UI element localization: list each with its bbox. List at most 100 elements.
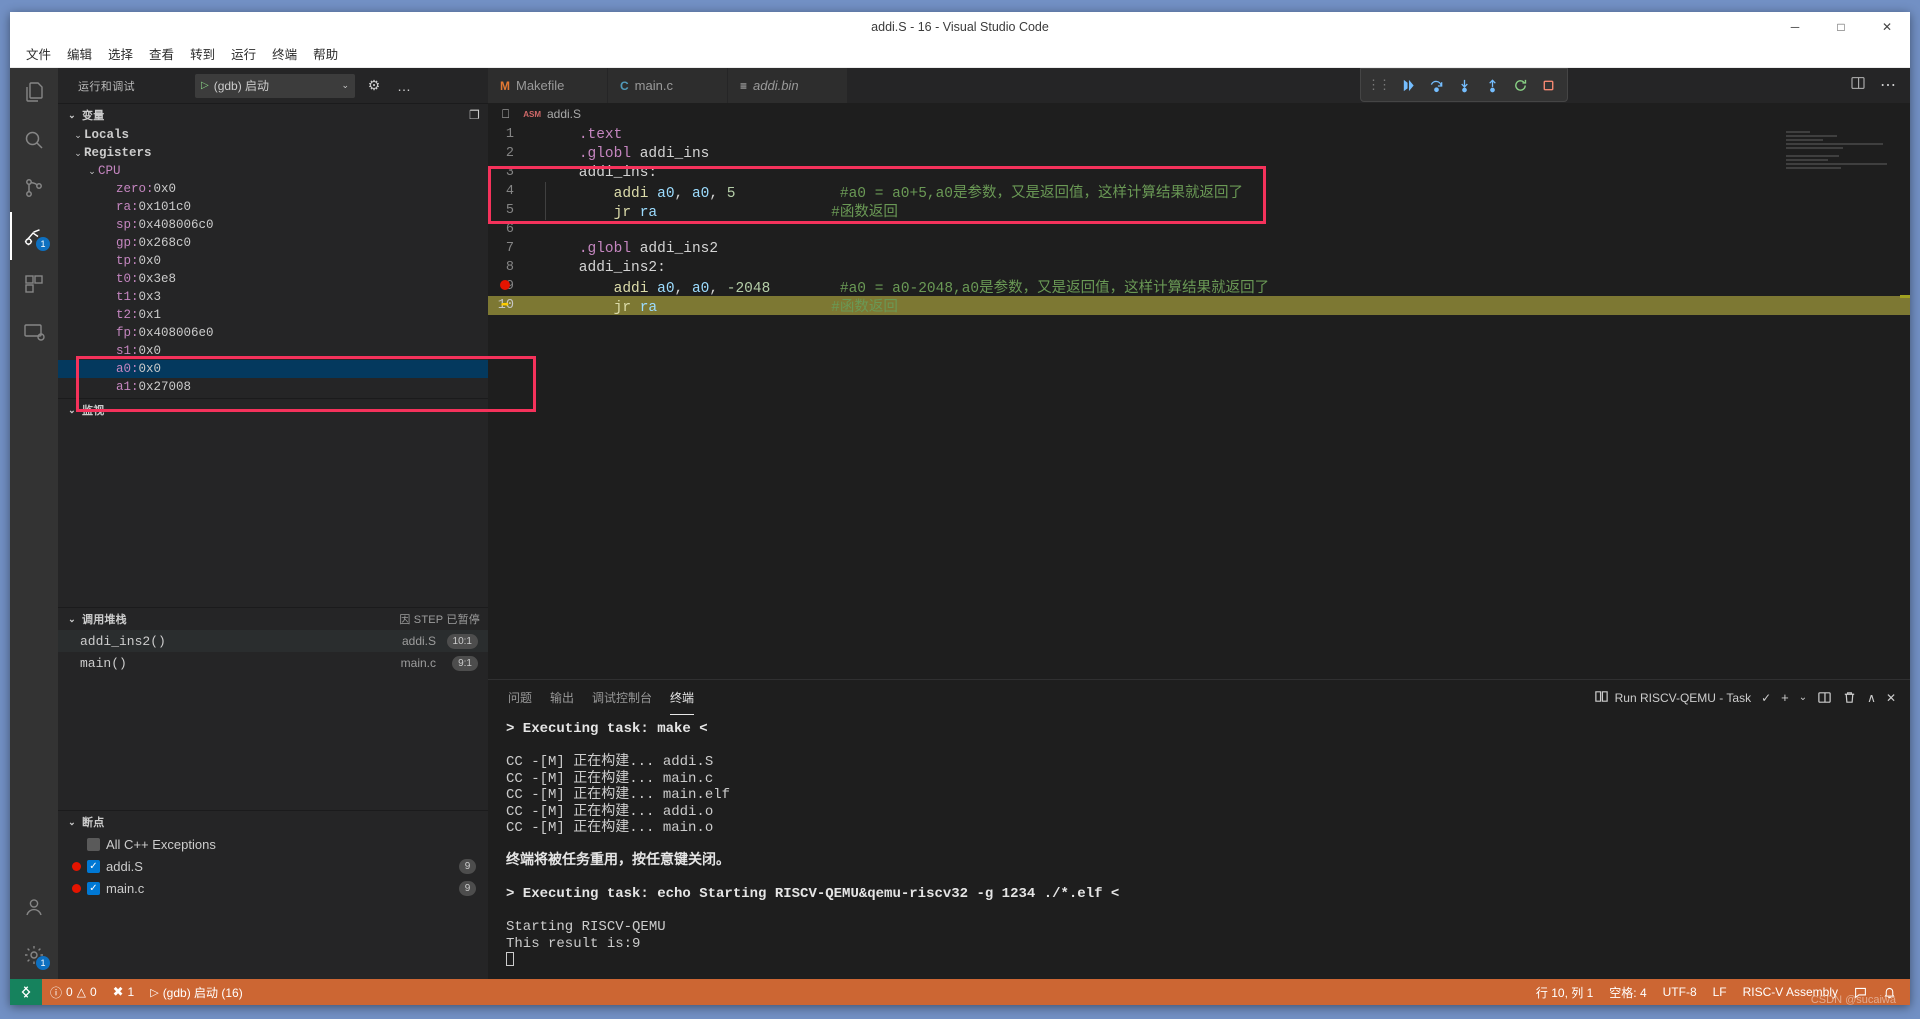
code-line-8[interactable]: 8 addi_ins2: — [488, 258, 1910, 277]
register-row-a1[interactable]: a1: 0x27008 — [58, 378, 488, 396]
tab-main-c[interactable]: C main.c — [608, 68, 728, 103]
tab-output[interactable]: 输出 — [550, 680, 574, 715]
watch-section-header[interactable]: ⌄ 监视 — [58, 399, 488, 421]
tree-node-registers[interactable]: ⌄ Registers — [58, 144, 488, 162]
terminal-output[interactable]: > Executing task: make < CC -[M] 正在构建...… — [488, 715, 1910, 979]
step-into-button[interactable] — [1451, 72, 1477, 98]
trash-icon[interactable] — [1842, 690, 1857, 705]
feedback-icon[interactable] — [1846, 979, 1875, 1005]
register-list[interactable]: zero: 0x0 ra: 0x101c0 sp: 0x408006c0 gp: 0x… — [58, 180, 488, 396]
cursor-position-status[interactable]: 行 10, 列 1 — [1528, 979, 1601, 1005]
more-actions-icon[interactable]: … — [393, 75, 415, 97]
register-row-fp[interactable]: fp: 0x408006e0 — [58, 324, 488, 342]
register-row-s1[interactable]: s1: 0x0 — [58, 342, 488, 360]
register-row-zero[interactable]: zero: 0x0 — [58, 180, 488, 198]
chevron-down-icon[interactable]: ⌄ — [66, 110, 78, 121]
breakpoint-checkbox[interactable]: ✓ — [87, 859, 100, 873]
split-terminal-icon[interactable] — [1817, 690, 1832, 705]
problems-status[interactable]: ⓘ 0 △ 0 — [42, 979, 105, 1005]
indentation-status[interactable]: 空格: 4 — [1601, 979, 1654, 1005]
callstack-frame-main[interactable]: main() main.c 9:1 — [58, 652, 488, 674]
chevron-down-icon[interactable]: ⌄ — [72, 130, 84, 141]
callstack-frame-addi_ins2[interactable]: addi_ins2() addi.S 10:1 — [58, 630, 488, 652]
breakpoints-section-header[interactable]: ⌄ 断点 — [58, 811, 488, 833]
breakpoint-main-c[interactable]: ✓ main.c 9 — [58, 877, 488, 899]
menu-view[interactable]: 查看 — [141, 43, 182, 67]
code-line-1[interactable]: 1 .text — [488, 125, 1910, 144]
code-line-6[interactable]: 6 — [488, 220, 1910, 239]
chevron-down-icon[interactable]: ⌄ — [66, 614, 78, 625]
breakpoint-addi-s[interactable]: ✓ addi.S 9 — [58, 855, 488, 877]
maximize-panel-icon[interactable]: ∧ — [1867, 691, 1876, 705]
minimize-button[interactable]: ─ — [1772, 12, 1818, 42]
settings-gear-icon[interactable]: 1 — [10, 931, 58, 979]
remote-explorer-icon[interactable] — [10, 308, 58, 356]
chevron-down-icon[interactable]: ⌄ — [72, 148, 84, 159]
ports-status[interactable]: ✖ 1 — [105, 979, 143, 1005]
tab-makefile[interactable]: M Makefile — [488, 68, 608, 103]
filter-icon[interactable]: ❐ — [469, 108, 480, 122]
menu-edit[interactable]: 编辑 — [59, 43, 100, 67]
close-panel-icon[interactable]: ✕ — [1886, 691, 1896, 705]
code-line-4[interactable]: 4 addi a0, a0, 5 #a0 = a0+5,a0是参数，又是返回值，… — [488, 182, 1910, 202]
new-terminal-button[interactable]: + — [1781, 690, 1789, 705]
register-row-gp[interactable]: gp: 0x268c0 — [58, 234, 488, 252]
remote-window-icon[interactable] — [10, 979, 42, 1005]
menu-file[interactable]: 文件 — [18, 43, 59, 67]
extensions-icon[interactable] — [10, 260, 58, 308]
start-debug-icon[interactable]: ▷ — [201, 80, 209, 91]
chevron-down-icon[interactable]: ⌄ — [86, 166, 98, 177]
breakpoint-glyph-icon[interactable] — [496, 279, 514, 295]
menu-selection[interactable]: 选择 — [100, 43, 141, 67]
stop-button[interactable] — [1535, 72, 1561, 98]
chevron-down-icon[interactable]: ⌄ — [1799, 692, 1807, 703]
code-line-9[interactable]: 9 addi a0, a0, -2048 #a0 = a0-2048,a0是参数… — [488, 277, 1910, 297]
notifications-bell-icon[interactable] — [1875, 979, 1904, 1005]
debug-configuration-select[interactable]: ▷ (gdb) 启动 ⌄ — [195, 73, 355, 98]
minimap[interactable] — [1786, 131, 1896, 191]
variables-section-header[interactable]: ⌄ 变量 ❐ — [58, 104, 488, 126]
gear-icon[interactable]: ⚙ — [363, 75, 385, 97]
debug-status[interactable]: ▷ (gdb) 启动 (16) — [142, 979, 251, 1005]
callstack-section-header[interactable]: ⌄ 调用堆栈 因 STEP 已暂停 — [58, 608, 488, 630]
code-line-2[interactable]: 2 .globl addi_ins — [488, 144, 1910, 163]
step-over-button[interactable] — [1423, 72, 1449, 98]
tab-problems[interactable]: 问题 — [508, 680, 532, 715]
restart-button[interactable] — [1507, 72, 1533, 98]
menu-go[interactable]: 转到 — [182, 43, 223, 67]
chevron-down-icon[interactable]: ⌄ — [66, 817, 78, 828]
tab-addi-bin[interactable]: ≡ addi.bin — [728, 68, 848, 103]
close-button[interactable]: ✕ — [1864, 12, 1910, 42]
tab-terminal[interactable]: 终端 — [670, 680, 695, 715]
encoding-status[interactable]: UTF-8 — [1655, 979, 1705, 1005]
register-row-a0[interactable]: a0: 0x0 — [58, 360, 488, 378]
explorer-icon[interactable] — [10, 68, 58, 116]
register-row-tp[interactable]: tp: 0x0 — [58, 252, 488, 270]
tree-node-locals[interactable]: ⌄ Locals — [58, 126, 488, 144]
run-and-debug-icon[interactable]: 1 — [10, 212, 58, 260]
breakpoint-checkbox[interactable]: ✓ — [87, 881, 100, 895]
callstack-list[interactable]: addi_ins2() addi.S 10:1 main() main.c 9:… — [58, 630, 488, 674]
register-row-t1[interactable]: t1: 0x3 — [58, 288, 488, 306]
code-line-7[interactable]: 7 .globl addi_ins2 — [488, 239, 1910, 258]
menu-terminal[interactable]: 终端 — [264, 43, 305, 67]
code-line-10[interactable]: ➦ 10 jr ra #函数返回 — [488, 296, 1910, 316]
account-icon[interactable] — [10, 883, 58, 931]
source-control-icon[interactable] — [10, 164, 58, 212]
register-row-ra[interactable]: ra: 0x101c0 — [58, 198, 488, 216]
editor-scrollbar[interactable] — [1896, 125, 1910, 679]
code-line-5[interactable]: 5 jr ra #函数返回 — [488, 201, 1910, 221]
variables-tree[interactable]: ⌄ Locals ⌄ Registers ⌄ CPU zero: 0x0 ra: … — [58, 126, 488, 396]
more-actions-icon[interactable]: ⋯ — [1880, 77, 1896, 93]
continue-button[interactable] — [1395, 72, 1421, 98]
step-out-button[interactable] — [1479, 72, 1505, 98]
drag-handle-icon[interactable]: ⋮⋮ — [1367, 77, 1393, 93]
code-lines[interactable]: 1 .text 2 .globl addi_ins 3 addi_ins: 4 add… — [488, 125, 1910, 679]
terminal-task-selector[interactable]: Run RISCV-QEMU - Task — [1594, 689, 1751, 707]
breakpoint-checkbox[interactable] — [87, 837, 100, 851]
breadcrumb-file[interactable]: addi.S — [547, 107, 581, 121]
eol-status[interactable]: LF — [1705, 979, 1735, 1005]
watch-empty-area[interactable] — [58, 421, 488, 607]
language-mode-status[interactable]: RISC-V Assembly — [1735, 979, 1846, 1005]
code-editor[interactable]: 1 .text 2 .globl addi_ins 3 addi_ins: 4 add… — [488, 125, 1910, 679]
